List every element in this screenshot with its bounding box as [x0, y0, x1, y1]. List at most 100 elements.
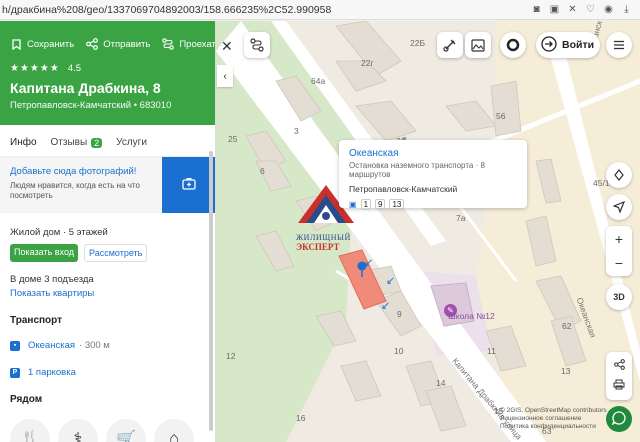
collapse-panel-button[interactable]: ‹ [217, 65, 233, 87]
building-info: Жилой дом · 5 этажей [10, 227, 108, 238]
atm-icon[interactable]: ⌂ [154, 419, 194, 442]
download-icon[interactable]: ⤓ [621, 4, 632, 15]
show-entrance-button[interactable]: Показать вход [10, 244, 78, 262]
close-icon[interactable]: ✕ [221, 38, 233, 54]
look-button[interactable]: Рассмотреть [84, 244, 148, 262]
add-photo-link[interactable]: Добавьте сюда фотографий! [10, 166, 152, 177]
stop-subtitle: Остановка наземного транспорта · 8 маршр… [349, 161, 485, 179]
map-canvas[interactable]: 22Б 64а 22г 3 25 6 26 8 7а 56 45/1 62 9 … [216, 21, 640, 442]
chevron-left-icon: ‹ [223, 70, 227, 82]
route-number[interactable]: 1 [360, 199, 372, 210]
route-number[interactable]: 13 [389, 199, 405, 210]
print-icon[interactable] [613, 379, 625, 393]
stop-title[interactable]: Океанская [349, 148, 517, 159]
transport-stop-popup[interactable]: Океанская Остановка наземного транспорта… [339, 140, 527, 210]
zoom-control: + − [606, 226, 632, 276]
route-label: Проехать [179, 38, 216, 50]
transport-item[interactable]: P 1 парковка [10, 367, 205, 378]
building-number: 10 [394, 346, 404, 356]
save-label: Сохранить [27, 38, 75, 50]
entrances-info: В доме 3 подъезда [10, 274, 94, 285]
grocery-icon[interactable]: 🛒 [106, 419, 146, 442]
building-number: 13 [561, 366, 571, 376]
place-tabs: Инфо Отзывы 2 Услуги [0, 125, 215, 157]
parking-icon: P [10, 367, 20, 378]
food-icon[interactable]: 🍴 [10, 419, 50, 442]
logo-text-1: ЖИЛИЩНЫЙ [296, 233, 351, 242]
add-photo-card[interactable]: Добавьте сюда фотографий! Людям нравится… [0, 157, 215, 213]
add-photo-button[interactable] [162, 157, 215, 213]
3d-button[interactable]: 3D [606, 284, 632, 310]
picture-in-picture-icon[interactable]: ▣ [549, 4, 560, 15]
building-number: 25 [228, 134, 238, 144]
route-number[interactable]: 9 [375, 199, 386, 210]
geolocate-icon[interactable] [606, 194, 632, 220]
building-number: 16 [296, 413, 306, 423]
map-copyright: © 2GIS, OpenStreetMap contributors Лицен… [500, 407, 607, 431]
building-number: 7а [456, 213, 466, 223]
place-title: Капитана Драбкина, 8 [10, 80, 161, 96]
zoom-out-icon[interactable]: − [615, 255, 623, 271]
share-button[interactable]: Отправить [86, 38, 150, 50]
route-button[interactable]: Проехать [162, 38, 216, 50]
building-number: 22Б [410, 38, 426, 48]
transport-stop-name[interactable]: Океанская [28, 340, 75, 351]
school-label[interactable]: Школа №12 [448, 311, 495, 321]
tab-reviews[interactable]: Отзывы 2 [51, 137, 103, 148]
building-number: 14 [436, 378, 446, 388]
screenshot-icon[interactable]: ◙ [531, 4, 542, 15]
login-button[interactable]: Войти [536, 32, 600, 58]
place-card-header: Сохранить Отправить Проехать ★★★★★ 4.5 К… [0, 21, 215, 125]
route-icon [162, 38, 175, 50]
tab-services[interactable]: Услуги [116, 137, 147, 148]
save-button[interactable]: Сохранить [10, 38, 74, 50]
url-text[interactable]: h/дракбина%208/geo/1337069704892003/158.… [0, 4, 531, 16]
extension-icon[interactable]: ◉ [603, 4, 614, 15]
favorite-icon[interactable]: ♡ [585, 4, 596, 15]
user-location-icon[interactable] [500, 32, 526, 58]
share-icon[interactable] [613, 359, 625, 373]
rating-value: 4.5 [67, 63, 82, 74]
zoom-in-icon[interactable]: + [615, 231, 623, 247]
pharmacy-icon[interactable]: ⚕ [58, 419, 98, 442]
bus-icon: ▣ [349, 200, 357, 209]
logo-text-2: ЭКСПЕРТ [296, 242, 340, 252]
chat-icon [611, 410, 626, 428]
bus-stop-icon: ▪ [10, 340, 20, 351]
building-number: 22г [361, 58, 374, 68]
reviews-count-badge: 2 [91, 137, 103, 148]
gallery-icon[interactable] [465, 32, 491, 58]
transport-distance: · 300 м [79, 340, 110, 351]
transport-item[interactable]: ▪ Океанская · 300 м [10, 340, 205, 351]
building-number: 12 [226, 351, 236, 361]
privacy-link[interactable]: Политика конфиденциальности [500, 423, 607, 431]
nearby-heading: Рядом [10, 394, 43, 405]
show-apartments-link[interactable]: Показать квартиры [10, 288, 205, 299]
building-number: 64а [311, 76, 326, 86]
license-link[interactable]: Лицензионное соглашение [500, 415, 607, 423]
parking-link[interactable]: 1 парковка [28, 367, 76, 378]
tab-info[interactable]: Инфо [10, 137, 37, 148]
building-number: 3 [294, 126, 299, 136]
rating[interactable]: ★★★★★ 4.5 [10, 63, 205, 74]
traffic-icon[interactable] [606, 162, 632, 188]
chat-button[interactable] [606, 406, 632, 432]
add-photo-icon [181, 177, 196, 193]
panel-scrollbar[interactable] [209, 151, 213, 431]
transport-heading: Транспорт [10, 315, 63, 326]
login-icon [541, 35, 557, 55]
menu-icon[interactable] [606, 32, 632, 58]
rating-stars-icon: ★★★★★ [10, 63, 60, 74]
share-icon [86, 38, 99, 50]
browser-address-bar[interactable]: h/дракбина%208/geo/1337069704892003/158.… [0, 0, 640, 20]
bookmark-icon[interactable]: ✕ [567, 4, 578, 15]
login-label: Войти [562, 39, 595, 51]
measure-icon[interactable] [437, 32, 463, 58]
building-number: 62 [562, 321, 572, 331]
entrance-arrow-icon: ↙ [364, 257, 374, 269]
3d-label: 3D [613, 292, 625, 302]
place-card-panel: Сохранить Отправить Проехать ★★★★★ 4.5 К… [0, 21, 216, 442]
map-base-layer [216, 21, 640, 442]
route-tool-button[interactable] [244, 32, 270, 58]
building-number: 56 [496, 111, 506, 121]
